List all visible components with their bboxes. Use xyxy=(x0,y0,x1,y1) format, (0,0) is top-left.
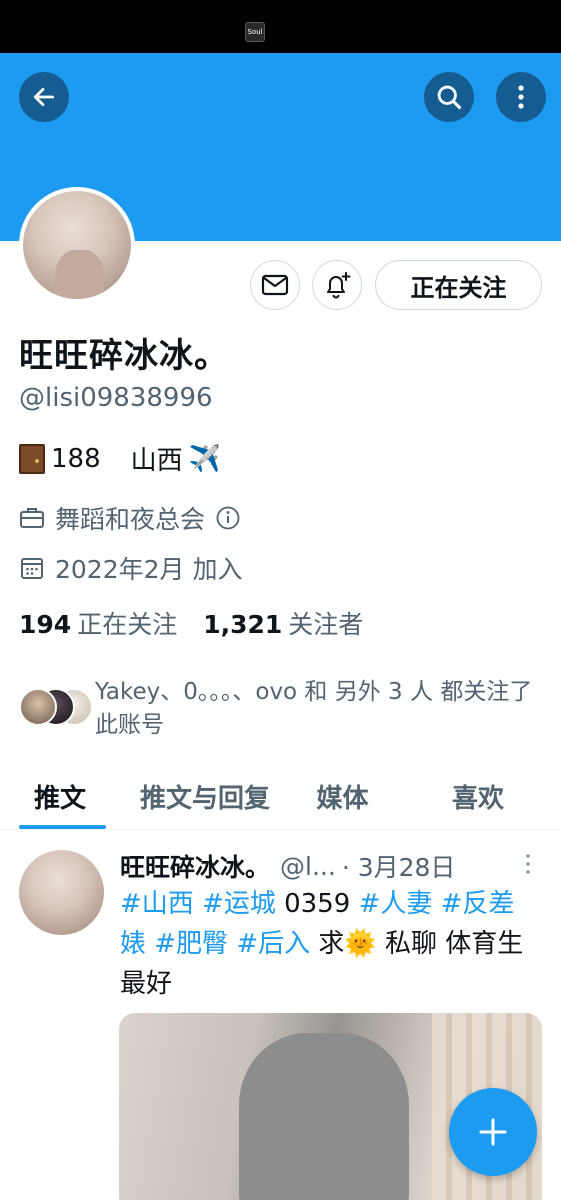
tweet-more-icon[interactable] xyxy=(522,852,534,876)
mail-icon xyxy=(261,274,289,296)
status-bar: Soul xyxy=(0,0,561,53)
tweet-header: 旺旺碎冰冰。 @l... · 3月28日 xyxy=(120,848,550,884)
following-count: 194 xyxy=(19,610,72,639)
following-label: 正在关注 xyxy=(77,610,178,639)
hashtag-link[interactable]: #运城 xyxy=(202,889,276,919)
media-figure xyxy=(239,1033,409,1200)
bio: 188 山西 ✈️ xyxy=(19,440,221,477)
profile-avatar[interactable] xyxy=(19,187,135,303)
display-name: 旺旺碎冰冰。 xyxy=(19,336,229,376)
tab-likes[interactable]: 喜欢 xyxy=(395,772,561,830)
search-button[interactable] xyxy=(424,72,474,122)
follow-stats: 194 正在关注 1,321 关注者 xyxy=(19,605,363,641)
following-button[interactable]: 正在关注 xyxy=(375,260,542,310)
plus-icon xyxy=(479,1118,507,1146)
hashtag-link[interactable]: #后入 xyxy=(236,929,310,959)
followed-by-text: Yakey、0。。。、ovo 和 另外 3 人 都关注了此账号 xyxy=(95,679,533,738)
joined-label: 2022年2月 加入 xyxy=(55,555,243,584)
tab-media[interactable]: 媒体 xyxy=(290,772,395,830)
airplane-icon: ✈️ xyxy=(188,443,222,474)
follower-avatars xyxy=(19,688,93,728)
joined-date: 2022年2月 加入 xyxy=(19,550,242,586)
profile-tabs: 推文 推文与回复 媒体 喜欢 xyxy=(0,772,561,830)
tweet-text-part: 求 xyxy=(310,929,345,959)
hashtag-link[interactable]: #山西 xyxy=(120,889,194,919)
category-label: 舞蹈和夜总会 xyxy=(55,505,206,534)
search-icon xyxy=(437,85,462,110)
info-icon[interactable] xyxy=(215,505,241,531)
more-button[interactable] xyxy=(496,72,546,122)
following-stat[interactable]: 194 正在关注 xyxy=(19,605,177,641)
followers-count: 1,321 xyxy=(203,610,283,639)
active-tab-indicator xyxy=(19,825,106,829)
hashtag-link[interactable]: #人妻 xyxy=(359,889,433,919)
message-button[interactable] xyxy=(250,260,300,310)
briefcase-icon xyxy=(20,508,44,528)
avatar-photo xyxy=(23,191,131,299)
bell-plus-icon xyxy=(327,272,351,299)
tweet-author-name[interactable]: 旺旺碎冰冰。 xyxy=(120,848,270,884)
bio-number: 188 xyxy=(51,443,101,474)
compose-tweet-button[interactable] xyxy=(449,1088,537,1176)
followers-label: 关注者 xyxy=(288,610,364,639)
tweet-author-handle[interactable]: @l... xyxy=(280,852,336,881)
followers-stat[interactable]: 1,321 关注者 xyxy=(203,605,363,641)
hashtag-link[interactable]: #肥臀 xyxy=(154,929,228,959)
arrow-left-icon xyxy=(33,88,55,106)
tab-tweets[interactable]: 推文 xyxy=(0,772,120,830)
calendar-icon xyxy=(21,558,43,579)
soul-app-icon: Soul xyxy=(245,22,265,42)
tweet-avatar[interactable] xyxy=(19,850,104,935)
tweet-text: #山西 #运城 0359 #人妻 #反差婊 #肥臀 #后入 求🌞 私聊 体育生最… xyxy=(120,884,530,1004)
more-vertical-icon xyxy=(518,85,524,109)
tweet-date[interactable]: · 3月28日 xyxy=(342,848,456,884)
door-icon xyxy=(19,443,45,474)
avatar xyxy=(19,688,57,726)
tab-tweets-replies[interactable]: 推文与回复 xyxy=(120,772,290,830)
back-button[interactable] xyxy=(19,72,69,122)
profile-category: 舞蹈和夜总会 xyxy=(19,500,241,536)
sun-emoji-icon: 🌞 xyxy=(344,929,377,959)
bio-location: 山西 xyxy=(130,446,183,476)
user-handle: @lisi09838996 xyxy=(19,383,213,413)
notify-button[interactable] xyxy=(312,260,362,310)
tweet-text-part: 0359 xyxy=(275,889,359,919)
